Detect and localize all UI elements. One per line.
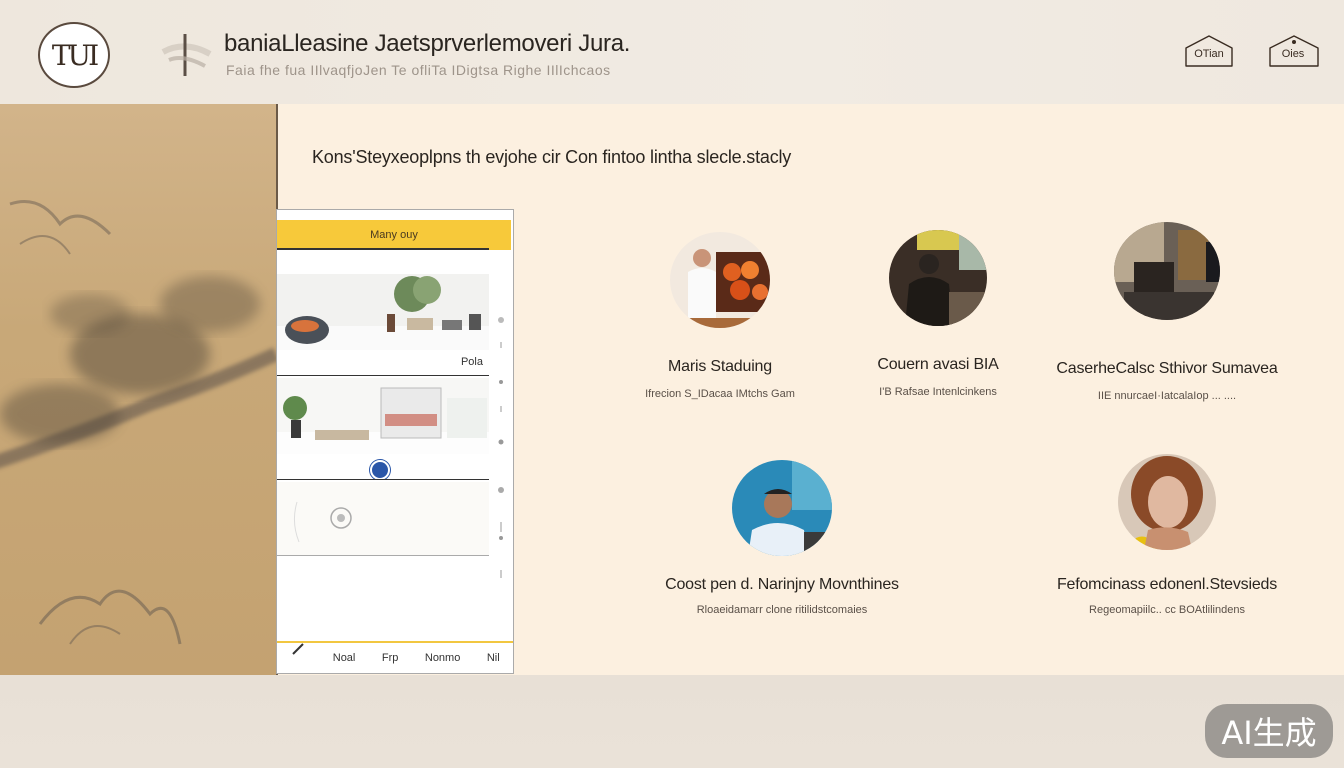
avatar bbox=[670, 232, 770, 328]
avatar bbox=[889, 230, 987, 326]
person-card-3[interactable]: CaserheCalsc Sthivor Sumavea IIE nnurcae… bbox=[1042, 222, 1292, 402]
person-description: Rloaeidamarr clone ritilidstcomaies bbox=[696, 604, 868, 616]
nav-button-1-label: OTian bbox=[1194, 48, 1224, 60]
phone-nav-item-3[interactable]: Nonmo bbox=[425, 652, 460, 664]
person-description: IIE nnurcaeI·IatcalaIop ... .... bbox=[1097, 390, 1237, 402]
phone-card-3[interactable] bbox=[277, 482, 489, 556]
nav-button-2-label: Oies bbox=[1281, 48, 1305, 60]
decorative-side-panel bbox=[0, 104, 278, 675]
person-name: Fefomcinass edonenl.Stevsieds bbox=[1056, 576, 1278, 593]
ai-generated-badge: AI生成 bbox=[1205, 704, 1333, 758]
phone-card-2[interactable] bbox=[277, 378, 489, 480]
person-card-5[interactable]: Fefomcinass edonenl.Stevsieds Regeomapii… bbox=[1022, 454, 1312, 616]
person-description: Ifrecion S_IDacaa IMtchs Gam bbox=[645, 388, 795, 400]
person-description: I'B Rafsae Intenlcinkens bbox=[879, 386, 997, 398]
flower-sketch-photo bbox=[277, 482, 489, 555]
brush-icon bbox=[161, 34, 212, 76]
brand-logo[interactable]: TUI bbox=[38, 22, 110, 88]
chef-photo bbox=[670, 232, 770, 328]
intro-text: Kons'Steyxeoplpns th evjohe cir Con fint… bbox=[312, 147, 792, 167]
scroll-marks-icon bbox=[498, 317, 504, 578]
phone-header[interactable]: Many ouy bbox=[277, 220, 511, 250]
brand-title: baniaLleasine Jaetsprverlemoveri Jura. bbox=[224, 30, 631, 57]
ink-branch-illustration bbox=[0, 200, 276, 645]
man-portrait-photo bbox=[732, 460, 832, 556]
top-bar: TUI baniaLleasine Jaetsprverlemoveri Jur… bbox=[0, 0, 1344, 105]
person-name: CaserheCalsc Sthivor Sumavea bbox=[1056, 360, 1278, 377]
cafe-interior-photo bbox=[277, 378, 489, 454]
phone-mockup: Many ouy Pola Noal Frp Nonmo Nil bbox=[276, 209, 514, 674]
phone-nav-item-2[interactable]: Frp bbox=[382, 652, 399, 664]
phone-nav-item-4[interactable]: Nil bbox=[487, 652, 500, 664]
person-name: Couern avasi BIA bbox=[877, 356, 999, 373]
logo-text: TUI bbox=[51, 38, 99, 72]
person-card-2[interactable]: Couern avasi BIA I'B Rafsae Intenlcinken… bbox=[838, 230, 1038, 398]
kitchen-photo bbox=[277, 274, 489, 350]
person-description: Regeomapiilc.. cc BOAtlilindens bbox=[1089, 604, 1245, 616]
cafe-person-photo bbox=[889, 230, 987, 326]
phone-bottom-nav: Noal Frp Nonmo Nil bbox=[277, 641, 513, 673]
phone-card-1-caption: Pola bbox=[460, 356, 483, 368]
phone-header-label: Many ouy bbox=[370, 229, 418, 241]
main-content: Kons'Steyxeoplpns th evjohe cir Con fint… bbox=[276, 104, 1344, 675]
woman-portrait-photo bbox=[1118, 454, 1216, 550]
avatar bbox=[732, 460, 832, 556]
nav-button-1[interactable]: OTian bbox=[1184, 34, 1234, 68]
phone-scrollbar[interactable] bbox=[497, 302, 505, 622]
avatar bbox=[1118, 454, 1216, 550]
divider bbox=[277, 248, 489, 250]
person-card-4[interactable]: Coost pen d. Narinjny Movnthines Rloaeid… bbox=[632, 460, 932, 616]
phone-nav-item-1[interactable]: Noal bbox=[333, 652, 356, 664]
brand-subtitle: Faia fhe fua IIlvaqfjoJen Te ofliTa IDig… bbox=[226, 62, 611, 78]
phone-card-1[interactable]: Pola bbox=[277, 274, 489, 376]
person-name: Maris Staduing bbox=[668, 358, 772, 375]
avatar bbox=[1114, 222, 1220, 320]
nav-button-2[interactable]: Oies bbox=[1268, 34, 1319, 68]
bottom-area bbox=[0, 675, 1344, 768]
person-card-1[interactable]: Maris Staduing Ifrecion S_IDacaa IMtchs … bbox=[620, 232, 820, 400]
kitchen-machine-photo bbox=[1114, 222, 1220, 320]
person-name: Coost pen d. Narinjny Movnthines bbox=[665, 576, 899, 593]
carousel-dot-icon[interactable] bbox=[370, 460, 390, 479]
